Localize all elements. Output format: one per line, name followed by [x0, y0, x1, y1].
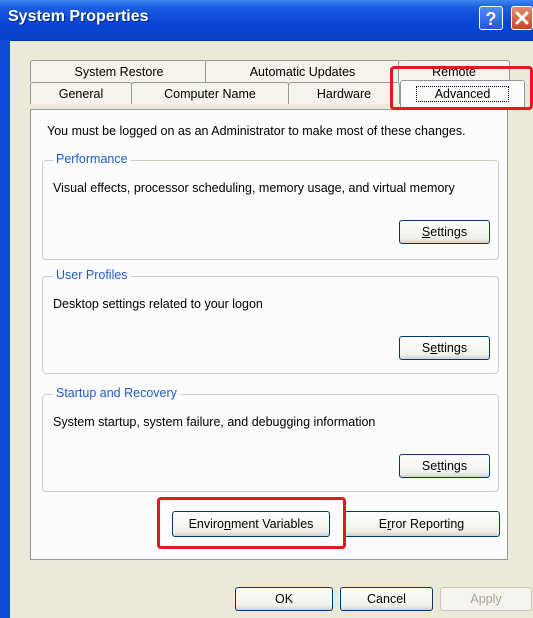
- tab-label: Computer Name: [164, 87, 256, 101]
- cancel-button[interactable]: Cancel: [340, 587, 433, 611]
- window-border: [0, 40, 10, 618]
- title-bar[interactable]: System Properties ?: [0, 0, 533, 41]
- environment-variables-button[interactable]: Environment Variables: [172, 511, 330, 537]
- tab-hardware[interactable]: Hardware: [288, 82, 400, 104]
- tab-computer-name[interactable]: Computer Name: [131, 82, 289, 104]
- performance-title: Performance: [53, 152, 131, 166]
- tab-automatic-updates[interactable]: Automatic Updates: [205, 60, 400, 82]
- help-button[interactable]: ?: [479, 6, 503, 30]
- question-mark-icon: ?: [485, 9, 497, 29]
- tab-label: Hardware: [316, 87, 372, 101]
- ok-button[interactable]: OK: [235, 587, 333, 611]
- tab-label: System Restore: [74, 65, 164, 79]
- startup-recovery-description: System startup, system failure, and debu…: [53, 415, 376, 429]
- tab-label: General: [58, 87, 104, 101]
- system-properties-window: System Properties ? System Restore Autom…: [0, 0, 533, 618]
- window-title: System Properties: [8, 8, 149, 25]
- user-profiles-settings-button[interactable]: Settings: [399, 336, 490, 360]
- performance-description: Visual effects, processor scheduling, me…: [53, 181, 455, 195]
- user-profiles-title: User Profiles: [53, 268, 131, 282]
- apply-button: Apply: [440, 587, 532, 611]
- tab-general[interactable]: General: [30, 82, 132, 104]
- tab-system-restore[interactable]: System Restore: [30, 60, 208, 82]
- performance-group: Performance Visual effects, processor sc…: [42, 152, 499, 260]
- user-profiles-description: Desktop settings related to your logon: [53, 297, 263, 311]
- admin-notice: You must be logged on as an Administrato…: [47, 124, 466, 138]
- startup-recovery-title: Startup and Recovery: [53, 386, 180, 400]
- performance-settings-button[interactable]: Settings: [399, 220, 490, 244]
- tab-label: Advanced: [415, 86, 510, 102]
- startup-recovery-group: Startup and Recovery System startup, sys…: [42, 386, 499, 492]
- tab-advanced[interactable]: Advanced: [400, 80, 525, 108]
- close-button[interactable]: [511, 6, 533, 30]
- tab-remote[interactable]: Remote: [398, 60, 510, 82]
- tab-label: Remote: [432, 65, 476, 79]
- user-profiles-group: User Profiles Desktop settings related t…: [42, 268, 499, 374]
- error-reporting-button[interactable]: Error Reporting: [343, 511, 500, 537]
- close-icon: [515, 11, 529, 25]
- tab-label: Automatic Updates: [249, 65, 356, 79]
- startup-recovery-settings-button[interactable]: Settings: [399, 454, 490, 478]
